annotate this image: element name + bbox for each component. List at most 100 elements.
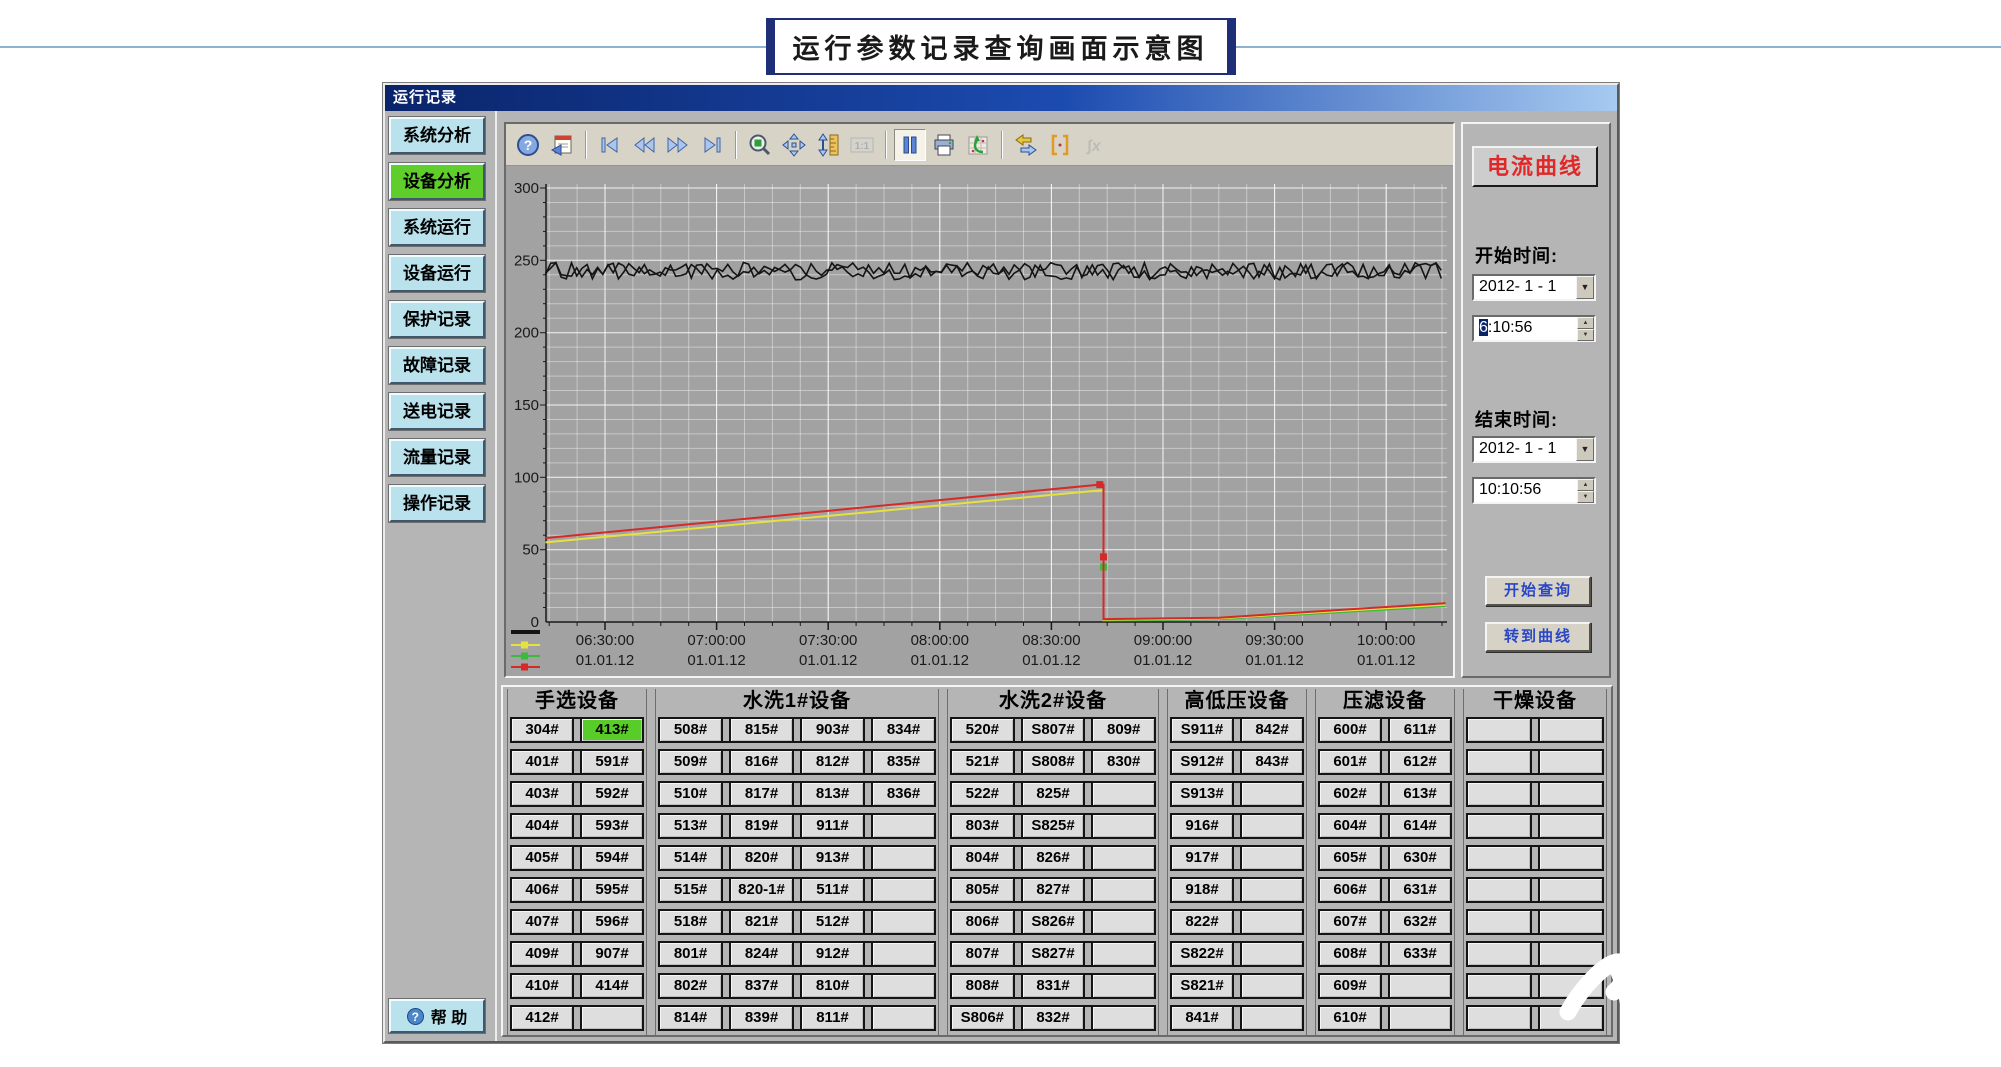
- device-cell-empty[interactable]: [1466, 751, 1532, 773]
- device-cell[interactable]: 409#: [510, 943, 574, 965]
- sidebar-item-9[interactable]: 操作记录: [389, 485, 485, 522]
- device-cell[interactable]: S825#: [1021, 815, 1086, 837]
- device-cell[interactable]: S807#: [1021, 719, 1086, 741]
- trend-chart[interactable]: 05010015020025030006:30:0001.01.1207:00:…: [506, 166, 1453, 676]
- device-cell[interactable]: S822#: [1170, 943, 1234, 965]
- device-cell-empty[interactable]: [1538, 719, 1604, 741]
- device-cell[interactable]: 843#: [1240, 751, 1304, 773]
- start-date-select[interactable]: 2012- 1 - 1 ▼: [1472, 274, 1596, 301]
- device-cell-empty[interactable]: [1091, 975, 1156, 997]
- device-cell[interactable]: 612#: [1388, 751, 1452, 773]
- device-cell[interactable]: 912#: [800, 943, 865, 965]
- device-cell[interactable]: 815#: [729, 719, 794, 741]
- rewind-icon[interactable]: [628, 129, 660, 161]
- device-cell[interactable]: 630#: [1388, 847, 1452, 869]
- device-cell-empty[interactable]: [1091, 879, 1156, 901]
- spin-down-icon[interactable]: ▼: [1577, 329, 1594, 341]
- device-cell[interactable]: 806#: [950, 911, 1015, 933]
- device-cell-empty[interactable]: [580, 1007, 644, 1029]
- device-cell[interactable]: 405#: [510, 847, 574, 869]
- sidebar-item-3[interactable]: 系统运行: [389, 209, 485, 246]
- device-cell[interactable]: 596#: [580, 911, 644, 933]
- device-cell[interactable]: 591#: [580, 751, 644, 773]
- device-cell[interactable]: 403#: [510, 783, 574, 805]
- report-nav-icon[interactable]: [546, 129, 578, 161]
- device-cell-empty[interactable]: [871, 879, 936, 901]
- help-button[interactable]: ? 帮 助: [389, 999, 485, 1033]
- device-cell[interactable]: 816#: [729, 751, 794, 773]
- device-cell[interactable]: 825#: [1021, 783, 1086, 805]
- device-cell-empty[interactable]: [871, 1007, 936, 1029]
- device-cell-empty[interactable]: [1466, 1007, 1532, 1029]
- device-cell[interactable]: 606#: [1318, 879, 1382, 901]
- dropdown-arrow-icon[interactable]: ▼: [1576, 438, 1594, 461]
- device-cell[interactable]: 413#: [580, 719, 644, 741]
- device-cell[interactable]: 601#: [1318, 751, 1382, 773]
- print-icon[interactable]: [928, 129, 960, 161]
- device-cell-empty[interactable]: [1240, 815, 1304, 837]
- device-cell-empty[interactable]: [1240, 847, 1304, 869]
- device-cell[interactable]: 804#: [950, 847, 1015, 869]
- device-cell[interactable]: S808#: [1021, 751, 1086, 773]
- device-cell[interactable]: 832#: [1021, 1007, 1086, 1029]
- device-cell-empty[interactable]: [1466, 879, 1532, 901]
- go-last-icon[interactable]: [696, 129, 728, 161]
- brackets-icon[interactable]: [1044, 129, 1076, 161]
- device-cell[interactable]: 521#: [950, 751, 1015, 773]
- sidebar-item-4[interactable]: 设备运行: [389, 255, 485, 292]
- device-cell[interactable]: 817#: [729, 783, 794, 805]
- device-cell[interactable]: 412#: [510, 1007, 574, 1029]
- device-cell[interactable]: 911#: [800, 815, 865, 837]
- device-cell-empty[interactable]: [1240, 911, 1304, 933]
- device-cell[interactable]: 836#: [871, 783, 936, 805]
- device-cell[interactable]: 512#: [800, 911, 865, 933]
- device-cell[interactable]: 510#: [658, 783, 723, 805]
- device-cell[interactable]: 600#: [1318, 719, 1382, 741]
- device-cell[interactable]: 514#: [658, 847, 723, 869]
- device-cell[interactable]: 805#: [950, 879, 1015, 901]
- device-cell[interactable]: 808#: [950, 975, 1015, 997]
- device-cell[interactable]: 604#: [1318, 815, 1382, 837]
- device-cell[interactable]: 414#: [580, 975, 644, 997]
- device-cell-empty[interactable]: [871, 847, 936, 869]
- device-cell[interactable]: 827#: [1021, 879, 1086, 901]
- device-cell-empty[interactable]: [1466, 783, 1532, 805]
- forward-icon[interactable]: [662, 129, 694, 161]
- sidebar-item-5[interactable]: 保护记录: [389, 301, 485, 338]
- device-cell-empty[interactable]: [1466, 719, 1532, 741]
- go-first-icon[interactable]: [594, 129, 626, 161]
- device-cell[interactable]: 809#: [1091, 719, 1156, 741]
- device-cell[interactable]: 820#: [729, 847, 794, 869]
- device-cell-empty[interactable]: [1091, 783, 1156, 805]
- device-cell[interactable]: 837#: [729, 975, 794, 997]
- device-cell[interactable]: 903#: [800, 719, 865, 741]
- device-cell[interactable]: S827#: [1021, 943, 1086, 965]
- device-cell[interactable]: 813#: [800, 783, 865, 805]
- device-cell[interactable]: 821#: [729, 911, 794, 933]
- help-icon[interactable]: ?: [512, 129, 544, 161]
- device-cell-empty[interactable]: [1538, 783, 1604, 805]
- device-cell-empty[interactable]: [1091, 943, 1156, 965]
- device-cell[interactable]: 614#: [1388, 815, 1452, 837]
- device-cell[interactable]: 592#: [580, 783, 644, 805]
- device-cell-empty[interactable]: [1538, 751, 1604, 773]
- device-cell[interactable]: 613#: [1388, 783, 1452, 805]
- device-cell[interactable]: 401#: [510, 751, 574, 773]
- vertical-scale-icon[interactable]: [812, 129, 844, 161]
- device-cell-empty[interactable]: [1538, 815, 1604, 837]
- end-time-spinner[interactable]: 10:10:56 ▲▼: [1472, 477, 1596, 504]
- device-cell[interactable]: 907#: [580, 943, 644, 965]
- device-cell[interactable]: 812#: [800, 751, 865, 773]
- sidebar-item-1[interactable]: 系统分析: [389, 117, 485, 154]
- device-cell-empty[interactable]: [1466, 815, 1532, 837]
- end-date-select[interactable]: 2012- 1 - 1 ▼: [1472, 436, 1596, 463]
- device-cell[interactable]: 631#: [1388, 879, 1452, 901]
- device-cell[interactable]: 831#: [1021, 975, 1086, 997]
- device-cell[interactable]: 801#: [658, 943, 723, 965]
- device-cell-empty[interactable]: [1240, 783, 1304, 805]
- device-cell-empty[interactable]: [1466, 911, 1532, 933]
- device-cell[interactable]: 406#: [510, 879, 574, 901]
- device-cell[interactable]: 802#: [658, 975, 723, 997]
- device-cell-empty[interactable]: [1538, 847, 1604, 869]
- pause-icon[interactable]: [894, 129, 926, 161]
